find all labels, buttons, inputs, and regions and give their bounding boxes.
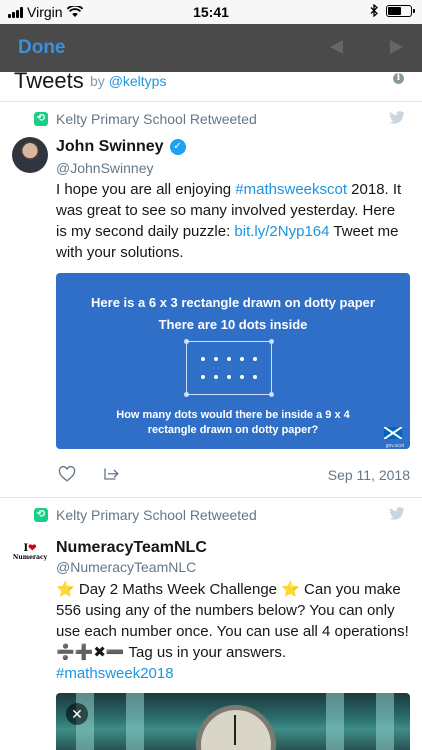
verified-icon: ✓ [169,139,186,155]
tweet[interactable]: ⟲ Kelty Primary School Retweeted John Sw… [0,103,422,498]
battery-level [388,6,402,15]
battery-icon [386,4,415,17]
tweet-image[interactable]: Here is a 6 x 3 rectangle drawn on dotty… [56,273,410,449]
retweet-context: ⟲ Kelty Primary School Retweeted [34,111,257,127]
bluetooth-icon [370,4,378,17]
status-time: 15:41 [193,4,229,20]
author-name-text: John Swinney [56,138,164,155]
corner-dot [269,392,274,397]
dot [226,375,231,379]
author-name-text: NumeracyTeamNLC [56,539,207,556]
text-part: Day 2 Maths Week Challenge [74,581,282,598]
photo-pillar [376,693,394,750]
dot [226,357,231,361]
card-line-2: There are 10 dots inside [158,317,308,332]
dotty-rectangle [184,339,274,397]
clock-face [196,705,276,750]
twitter-bird-icon[interactable] [388,111,406,125]
author-name[interactable]: John Swinney ✓ [56,138,186,156]
avatar-logo-word: Numeracy [12,554,48,561]
avatar-logo: I❤ Numeracy [12,541,48,577]
author-name[interactable]: NumeracyTeamNLC [56,539,207,557]
dot [200,357,205,361]
timeline-title: Tweets [14,68,84,93]
hashtag-link[interactable]: #mathsweekscot [235,181,347,198]
avatar[interactable]: I❤ Numeracy [12,541,48,577]
card-question-1: How many dots would there be inside a 9 … [116,409,350,421]
avatar-logo-line: I❤ [12,541,48,554]
heart-icon[interactable] [58,465,76,483]
star-emoji: ⭐ [56,581,75,598]
forward-arrow-icon[interactable] [390,40,403,54]
card-question-2: rectangle drawn on dotty paper? [147,424,319,436]
card-line-1: Here is a 6 x 3 rectangle drawn on dotty… [91,295,375,310]
retweet-label: Kelty Primary School Retweeted [56,507,257,523]
status-bar: Virgin 15:41 [0,0,422,24]
byline-prefix: by [90,73,105,89]
inside-dots [196,350,262,386]
browser-toolbar: Done [0,24,422,72]
avatar[interactable] [12,137,48,173]
info-icon[interactable]: i [393,73,404,84]
hashtag-link[interactable]: #mathsweek2018 [56,665,174,682]
text-part: Tag us in your answers. [124,644,287,661]
share-icon[interactable] [102,464,120,482]
timeline-header: Tweets by @keltyps i [0,68,422,102]
dot [240,357,245,361]
tweet-date[interactable]: Sep 11, 2018 [328,467,410,483]
retweet-context: ⟲ Kelty Primary School Retweeted [34,507,257,523]
author-handle[interactable]: @JohnSwinney [56,160,154,176]
tweet-actions: Sep 11, 2018 [56,463,410,487]
avatar-heart-icon: ❤ [28,543,37,554]
operations-emoji: ➗➕✖➖ [56,644,125,661]
close-icon[interactable]: ✕ [66,703,88,725]
dot [253,375,258,379]
timeline-byline: by @keltyps [90,73,166,89]
tweet-text: I hope you are all enjoying #mathsweeksc… [56,179,410,263]
status-right [370,4,415,17]
dot [213,375,218,379]
url-link[interactable]: bit.ly/2Nyp164 [234,223,329,240]
photo-pillar [126,693,144,750]
tweet-photo[interactable] [56,693,410,750]
back-arrow-icon[interactable] [330,40,343,54]
flag-label: gov.scot [385,443,404,449]
retweet-icon: ⟲ [34,112,48,126]
author-handle[interactable]: @NumeracyTeamNLC [56,559,196,575]
photo-pillar [326,693,344,750]
tweet[interactable]: ⟲ Kelty Primary School Retweeted I❤ Nume… [0,499,422,750]
dot [200,375,205,379]
done-button[interactable]: Done [18,37,66,59]
dot [240,375,245,379]
scotland-flag-icon [384,427,402,439]
retweet-label: Kelty Primary School Retweeted [56,111,257,127]
retweet-icon: ⟲ [34,508,48,522]
corner-dot [184,392,189,397]
corner-dot [269,339,274,344]
twitter-bird-icon[interactable] [388,507,406,521]
corner-dot [184,339,189,344]
clock-hand [234,715,236,745]
text-part: I hope you are all enjoying [56,181,236,198]
dot [213,357,218,361]
tweet-text: ⭐ Day 2 Maths Week Challenge ⭐ Can you m… [56,579,410,684]
star-emoji: ⭐ [281,581,300,598]
byline-handle[interactable]: @keltyps [109,73,167,89]
dot [253,357,258,361]
